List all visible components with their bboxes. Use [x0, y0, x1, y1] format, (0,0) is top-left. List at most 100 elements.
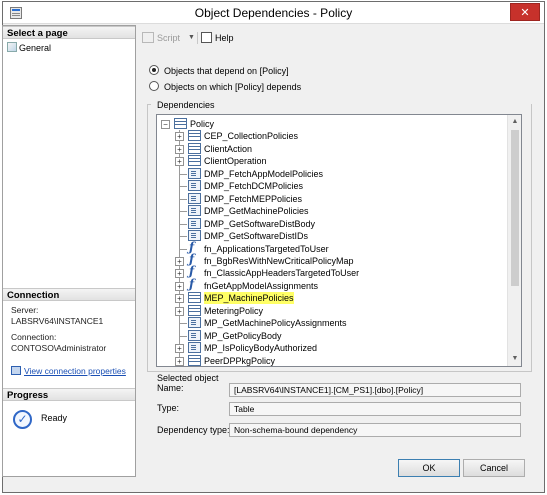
tree-node-label: DMP_FetchMEPPolicies	[204, 193, 303, 204]
radio-objects-on-which-label: Objects on which [Policy] depends	[164, 82, 302, 92]
tree-node-label: DMP_GetSoftwareDistIDs	[204, 231, 309, 242]
connection-label: Connection:	[11, 332, 57, 342]
tree-node-label: DMP_GetSoftwareDistBody	[204, 218, 316, 229]
expand-icon[interactable]: +	[175, 256, 184, 266]
tree-node-label: MP_GetPolicyBody	[204, 330, 282, 341]
tree-root-label: Policy	[190, 119, 215, 129]
connection-header: Connection	[3, 288, 135, 301]
properties-icon	[11, 366, 21, 375]
tree-node-label: DMP_GetMachinePolicies	[204, 206, 309, 217]
tree-node-label: MeteringPolicy	[204, 305, 264, 316]
help-button[interactable]: Help	[201, 30, 234, 46]
help-button-label: Help	[215, 33, 234, 43]
expand-icon[interactable]: +	[175, 269, 184, 279]
tree-branch-line	[179, 236, 187, 238]
vertical-scrollbar[interactable]: ▲ ▼	[507, 115, 521, 366]
expand-icon[interactable]: +	[175, 132, 184, 142]
dialog-title: Object Dependencies - Policy	[194, 6, 353, 20]
tree-node-label: fnGetAppModelAssignments	[204, 280, 319, 291]
radio-objects-on-which[interactable]: Objects on which [Policy] depends	[149, 80, 301, 94]
server-label: Server:	[11, 305, 39, 315]
radio-selected-icon	[149, 65, 159, 75]
table-icon	[174, 118, 187, 129]
table-icon	[188, 292, 201, 304]
script-dropdown-arrow-icon[interactable]: ▼	[188, 30, 195, 46]
tree-node-label: CEP_CollectionPolicies	[204, 131, 299, 142]
table-icon	[188, 155, 201, 167]
expand-icon[interactable]: +	[175, 344, 184, 354]
tree-node-label: ClientAction	[204, 143, 253, 154]
connection-value: CONTOSO\Administrator	[11, 343, 107, 353]
script-button-label: Script	[157, 33, 181, 43]
table-icon	[188, 304, 201, 316]
expand-icon[interactable]: +	[175, 356, 184, 366]
tree-node-label: MEP_MachinePolicies	[204, 292, 294, 305]
tree-branch-line	[179, 248, 187, 250]
stored-procedure-icon	[188, 205, 201, 217]
scroll-down-icon[interactable]: ▼	[508, 352, 521, 366]
type-field[interactable]: Table	[229, 402, 521, 416]
tree-branch-line	[179, 186, 187, 188]
dependency-type-field[interactable]: Non-schema-bound dependency	[229, 423, 521, 437]
server-value: LABSRV64\INSTANCE1	[11, 316, 104, 326]
progress-header: Progress	[3, 388, 135, 401]
table-icon	[188, 354, 201, 366]
table-icon	[188, 130, 201, 142]
tree-node-label: fn_BgbResWithNewCriticalPolicyMap	[204, 255, 354, 266]
script-button[interactable]: Script	[142, 30, 180, 46]
left-pane: Select a page General Connection Server:…	[2, 25, 136, 477]
stored-procedure-icon	[188, 167, 201, 179]
select-page-header: Select a page	[3, 26, 135, 39]
checkmark-icon: ✓	[13, 410, 32, 429]
stored-procedure-icon	[188, 317, 201, 329]
selected-object-header: Selected object	[157, 373, 219, 383]
dependency-type-label: Dependency type:	[157, 425, 230, 435]
tree-branch-line	[179, 335, 187, 337]
type-label: Type:	[157, 403, 180, 413]
page-icon	[7, 42, 17, 52]
name-label: Name:	[157, 383, 184, 393]
page-item-general-label: General	[19, 43, 52, 53]
title-bar: Object Dependencies - Policy ✕	[3, 2, 544, 24]
expand-icon[interactable]: +	[175, 294, 184, 304]
tree-branch-line	[179, 223, 187, 225]
stored-procedure-icon	[188, 329, 201, 341]
function-icon	[188, 278, 201, 291]
scroll-thumb[interactable]	[511, 130, 519, 286]
view-connection-properties-label: View connection properties	[24, 366, 126, 376]
collapse-icon[interactable]: −	[161, 120, 170, 129]
expand-icon[interactable]: +	[175, 157, 184, 167]
tree-branch-line	[179, 211, 187, 213]
expand-icon[interactable]: +	[175, 281, 184, 291]
help-icon	[201, 32, 212, 43]
tree-node-label: fn_ClassicAppHeadersTargetedToUser	[204, 268, 360, 279]
tree-node-label: MP_IsPolicyBodyAuthorized	[204, 343, 318, 354]
radio-unselected-icon	[149, 81, 159, 91]
stored-procedure-icon	[188, 217, 201, 229]
ok-button[interactable]: OK	[398, 459, 460, 477]
stored-procedure-icon	[188, 180, 201, 192]
page-item-general[interactable]: General	[7, 42, 51, 54]
dependencies-legend: Dependencies	[155, 100, 217, 110]
name-field[interactable]: [LABSRV64\INSTANCE1].[CM_PS1].[dbo].[Pol…	[229, 383, 521, 397]
table-icon	[188, 142, 201, 154]
dependencies-tree[interactable]: − Policy + CEP_CollectionPolicies + ClientAct…	[156, 114, 522, 367]
toolbar-separator	[197, 32, 198, 44]
tree-node-label: DMP_FetchAppModelPolicies	[204, 168, 324, 179]
cancel-button[interactable]: Cancel	[463, 459, 525, 477]
radio-objects-that-depend-label: Objects that depend on [Policy]	[164, 66, 289, 76]
tree-branch-line	[179, 323, 187, 325]
close-button[interactable]: ✕	[510, 3, 540, 21]
tree-branch-line	[179, 173, 187, 175]
scroll-up-icon[interactable]: ▲	[508, 115, 521, 129]
tree-node-label: fn_ApplicationsTargetedToUser	[204, 243, 329, 254]
tree-branch-line	[179, 198, 187, 200]
expand-icon[interactable]: +	[175, 306, 184, 316]
stored-procedure-icon	[188, 192, 201, 204]
view-connection-properties-link[interactable]: View connection properties	[11, 365, 126, 377]
tree-node-label: PeerDPPkgPolicy	[204, 355, 276, 366]
ready-status: Ready	[41, 413, 68, 423]
radio-objects-that-depend[interactable]: Objects that depend on [Policy]	[149, 64, 289, 78]
expand-icon[interactable]: +	[175, 144, 184, 154]
tree-node-label: DMP_FetchDCMPolicies	[204, 181, 304, 192]
